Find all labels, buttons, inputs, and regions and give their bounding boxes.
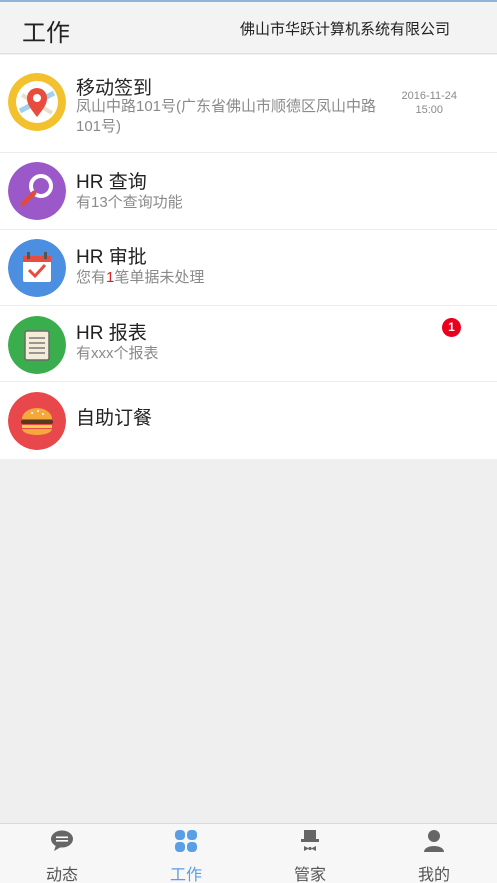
item-title: HR 报表 (76, 323, 147, 344)
checkin-time: 2016-11-24 15:00 (402, 89, 457, 117)
item-title: HR 查询 (76, 172, 147, 193)
magnifier-icon (8, 162, 66, 220)
pending-prefix: 您有 (76, 269, 107, 286)
work-list: 移动签到 凤山中路101号(广东省佛山市顺德区凤山中路101号) 2016-11… (0, 55, 497, 459)
tab-label: 动态 (45, 867, 78, 883)
item-title: 移动签到 (76, 78, 153, 99)
checkin-clock: 15:00 (415, 104, 444, 116)
item-address: 凤山中路101号(广东省佛山市顺德区凤山中路101号) (76, 98, 377, 135)
list-item-hr-approval[interactable]: HR 审批 您有1笔单据未处理 1 (0, 230, 497, 337)
item-description: 有xxx个报表 (76, 345, 159, 362)
item-title: HR 审批 (76, 247, 147, 268)
tab-feed[interactable]: 动态 (0, 824, 124, 883)
checkin-date: 2016-11-24 (401, 90, 457, 102)
list-item-hr-query[interactable]: HR 查询 有13个查询功能 (0, 153, 497, 230)
person-icon (422, 829, 446, 853)
tab-butler[interactable]: 管家 (248, 824, 372, 883)
item-description: 您有1笔单据未处理 (76, 268, 204, 288)
chat-bubble-icon (50, 829, 74, 853)
bottom-tab-bar: 动态 工作 管家 我的 (0, 823, 497, 883)
map-pin-icon (8, 73, 66, 131)
item-description: 有13个查询功能 (76, 194, 183, 211)
notepad-icon (8, 316, 66, 374)
tab-work[interactable]: 工作 (124, 824, 248, 883)
company-name: 佛山市华跃计算机系统有限公司 (239, 21, 450, 38)
list-item-self-ordering[interactable]: 自助订餐 (0, 382, 497, 459)
page-title: 工作 (22, 20, 70, 47)
butler-icon (298, 829, 322, 853)
list-item-mobile-checkin[interactable]: 移动签到 凤山中路101号(广东省佛山市顺德区凤山中路101号) 2016-11… (0, 55, 497, 153)
tab-mine[interactable]: 我的 (372, 824, 496, 883)
tab-label: 工作 (169, 867, 202, 883)
item-title: 自助订餐 (76, 408, 153, 429)
pending-suffix: 笔单据未处理 (114, 269, 205, 286)
list-item-hr-report[interactable]: HR 报表 有xxx个报表 (0, 306, 497, 382)
tab-label: 我的 (417, 867, 450, 883)
header-bar: 工作 佛山市华跃计算机系统有限公司 (0, 2, 497, 54)
burger-icon (8, 392, 66, 450)
tab-label: 管家 (293, 867, 326, 883)
calendar-check-icon (8, 239, 66, 297)
grid-icon (174, 829, 198, 853)
